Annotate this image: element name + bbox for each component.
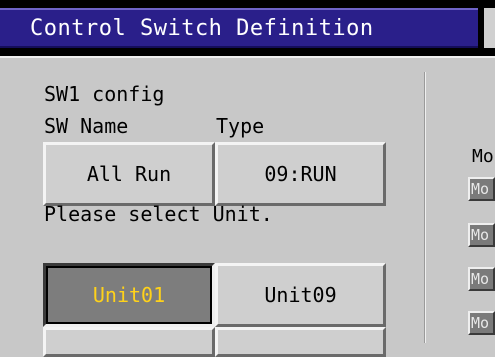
unit-button-unit01[interactable]: Unit01 <box>43 263 215 327</box>
sw-name-label: SW Name <box>44 114 129 138</box>
type-label: Type <box>216 114 265 138</box>
right-panel-heading: Mo <box>472 146 494 167</box>
unit-label: Unit01 <box>92 283 166 307</box>
unit-button-row2-left[interactable] <box>43 327 215 357</box>
panel-top-highlight <box>0 56 495 58</box>
title-bar-right-button[interactable] <box>484 8 495 48</box>
right-panel-button-4[interactable]: Mo <box>468 311 495 335</box>
title-bar: Control Switch Definition <box>0 0 495 56</box>
right-panel-button-2[interactable]: Mo <box>468 223 495 247</box>
unit-label: Unit09 <box>264 283 337 307</box>
config-heading: SW1 config <box>44 82 165 106</box>
sw-name-button[interactable]: All Run <box>43 142 215 206</box>
unit-select-prompt: Please select Unit. <box>44 202 273 226</box>
unit-button-unit09[interactable]: Unit09 <box>215 263 386 327</box>
sw-name-value: All Run <box>86 162 172 186</box>
type-value: 09:RUN <box>264 162 337 186</box>
unit-button-row2-right[interactable] <box>215 327 386 357</box>
window-title: Control Switch Definition <box>30 16 374 41</box>
title-bar-inner: Control Switch Definition <box>0 8 478 48</box>
right-panel-button-1[interactable]: Mo <box>468 177 495 201</box>
right-panel-button-3[interactable]: Mo <box>468 267 495 291</box>
type-button[interactable]: 09:RUN <box>215 142 386 206</box>
panel-divider-highlight <box>425 72 426 343</box>
